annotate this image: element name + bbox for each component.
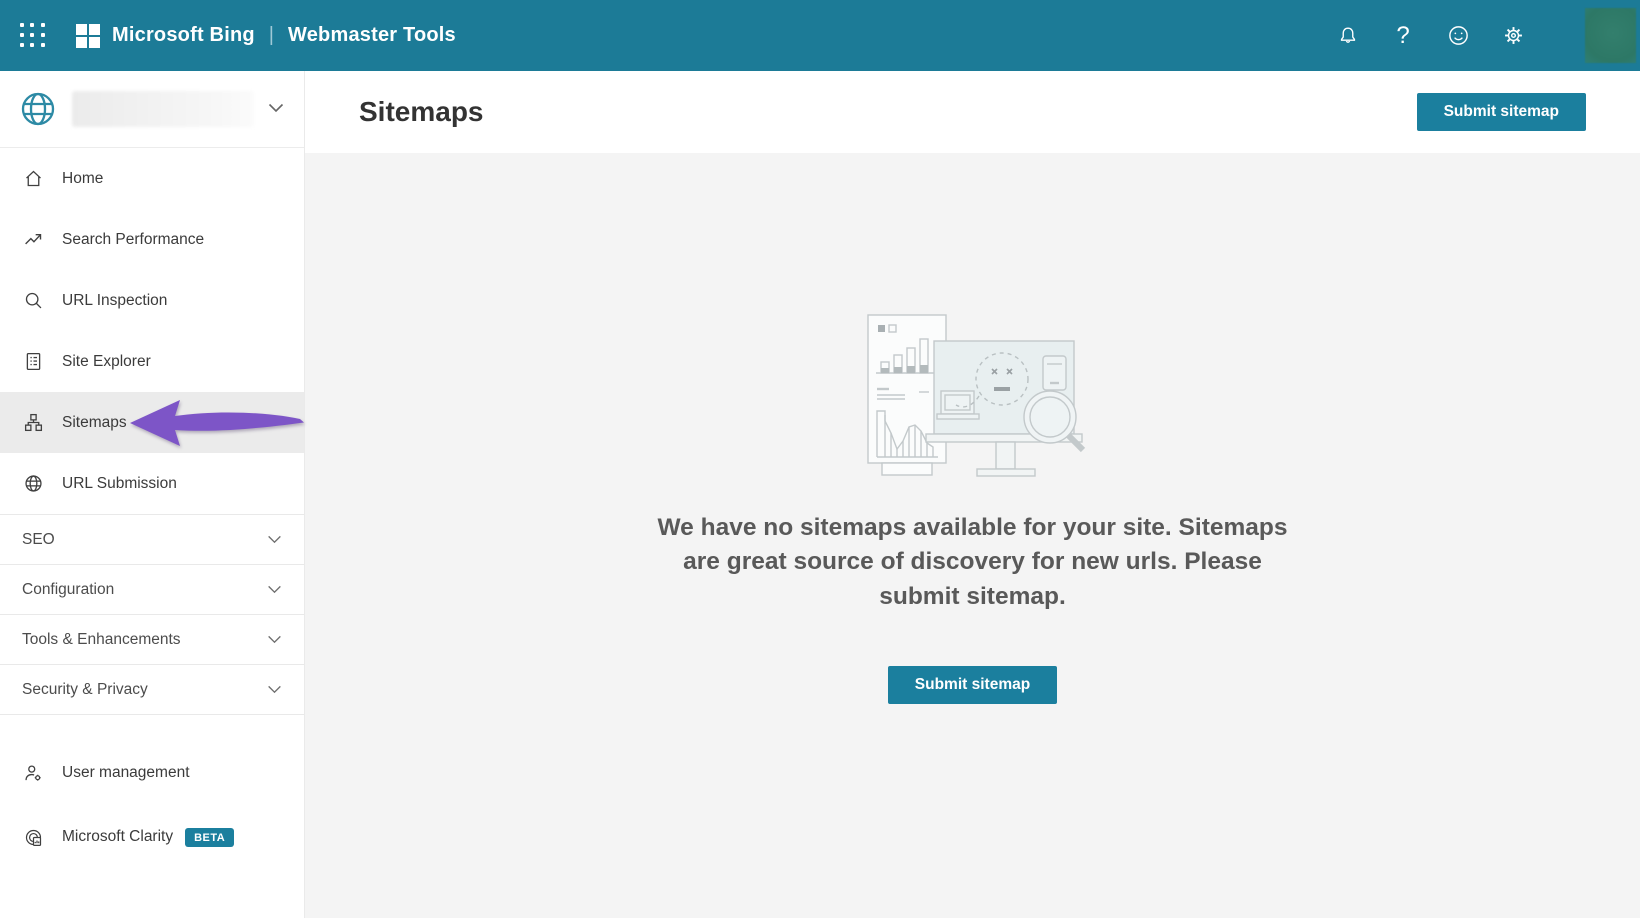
home-icon [22,168,44,190]
sidebar-section-configuration[interactable]: Configuration [0,564,304,614]
sidebar-secondary-group: User management Microsoft Clarity BETA [0,714,304,869]
section-label: Configuration [22,581,114,599]
sidebar-item-label: URL Inspection [62,292,167,310]
sidebar-item-site-explorer[interactable]: Site Explorer [0,331,304,392]
brand-title[interactable]: Microsoft Bing [112,24,255,47]
annotation-arrow [128,395,308,451]
user-gear-icon [22,762,44,784]
chevron-down-icon [268,100,284,118]
clarity-icon [22,826,44,848]
feedback-smiley-icon[interactable] [1446,24,1470,48]
section-label: SEO [22,531,55,549]
notifications-bell-icon[interactable] [1336,24,1360,48]
section-label: Security & Privacy [22,681,148,699]
magnifier-icon [22,290,44,312]
sidebar-item-microsoft-clarity[interactable]: Microsoft Clarity BETA [0,805,304,869]
sidebar-item-sitemaps[interactable]: Sitemaps [0,392,304,453]
empty-state-panel: We have no sitemaps available for your s… [305,153,1640,918]
sidebar-item-search-performance[interactable]: Search Performance [0,209,304,270]
microsoft-logo [76,24,100,48]
sidebar-item-label: Microsoft Clarity [62,828,173,846]
sidebar-section-security-privacy[interactable]: Security & Privacy [0,664,304,714]
document-list-icon [22,351,44,373]
submit-sitemap-button-cta[interactable]: Submit sitemap [888,666,1057,704]
sidebar-item-label: Sitemaps [62,414,127,432]
product-title: Webmaster Tools [288,24,456,47]
sidebar-item-label: Site Explorer [62,353,151,371]
sidebar-item-url-inspection[interactable]: URL Inspection [0,270,304,331]
sidebar-item-label: URL Submission [62,475,177,493]
sidebar-section-seo[interactable]: SEO [0,514,304,564]
topbar-actions: ? [1305,8,1640,63]
sidebar: Home Search Performance URL Inspection [0,71,305,918]
sidebar-item-label: Search Performance [62,231,204,249]
sidebar-item-url-submission[interactable]: URL Submission [0,453,304,514]
sidebar-item-home[interactable]: Home [0,148,304,209]
chevron-down-icon [267,681,282,699]
sidebar-item-user-management[interactable]: User management [0,741,304,805]
site-selector[interactable] [0,71,304,148]
sidebar-item-label: Home [62,170,103,188]
submit-sitemap-button-header[interactable]: Submit sitemap [1417,93,1586,131]
top-app-bar: Microsoft Bing | Webmaster Tools ? [0,0,1640,71]
main-content: Sitemaps Submit sitemap [305,71,1640,918]
section-label: Tools & Enhancements [22,631,181,649]
page-title: Sitemaps [359,96,484,128]
brand-divider: | [269,24,274,47]
account-avatar[interactable] [1585,8,1636,63]
sidebar-section-tools-enhancements[interactable]: Tools & Enhancements [0,614,304,664]
beta-badge: BETA [185,828,234,847]
site-name-blurred [72,91,254,127]
sidebar-item-label: User management [62,764,190,782]
chevron-down-icon [267,531,282,549]
chevron-down-icon [267,581,282,599]
waffle-icon[interactable] [20,23,46,49]
trend-up-icon [22,229,44,251]
page-header: Sitemaps Submit sitemap [305,71,1640,153]
sitemap-tree-icon [22,412,44,434]
sad-monitor-charts-illustration [857,301,1089,477]
settings-gear-icon[interactable] [1501,24,1525,48]
chevron-down-icon [267,631,282,649]
help-icon[interactable]: ? [1391,24,1415,48]
site-globe-icon [18,89,58,129]
empty-state-message: We have no sitemaps available for your s… [653,511,1293,614]
globe-icon [22,473,44,495]
